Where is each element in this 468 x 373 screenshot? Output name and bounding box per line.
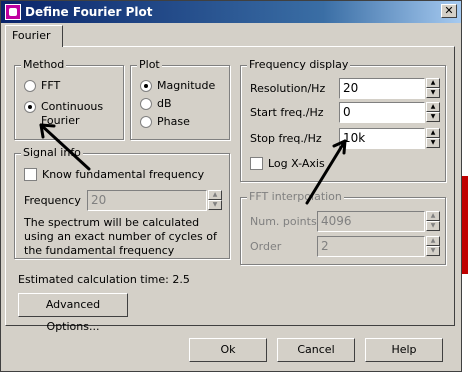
resolution-label: Resolution/Hz [250,82,326,95]
magnitude-label: Magnitude [157,79,216,92]
signal-info-legend: Signal info [21,146,83,160]
spin-up-icon[interactable]: ▲ [426,211,440,221]
plot-legend: Plot [137,58,162,72]
phase-label: Phase [157,115,190,128]
db-radio[interactable] [140,98,152,110]
advanced-options-button[interactable]: Advanced Options... [18,293,128,333]
spin-down-icon[interactable]: ▼ [426,88,440,98]
fft-interpolation-legend: FFT interpolation [247,190,344,204]
continuous-fourier-label: Continuous Fourier [41,100,104,127]
order-spinner[interactable]: ▲ ▼ [426,236,440,257]
continuous-fourier-radio[interactable] [24,101,36,113]
frequency-display-group: Frequency display Resolution/Hz 20 ▲ ▼ S… [240,58,446,182]
define-fourier-plot-dialog: Define Fourier Plot ✕ Fourier Method FFT… [0,0,462,372]
order-label: Order [250,240,282,253]
plot-group: Plot Magnitude dB Phase [130,58,230,140]
num-points-label: Num. points [250,215,317,228]
order-input[interactable]: 2 [317,236,425,257]
resolution-spinner[interactable]: ▲ ▼ [426,78,440,99]
spin-down-icon[interactable]: ▼ [426,221,440,231]
fourier-tab-panel: Method FFT Continuous Fourier Plot Magnit… [5,46,455,333]
spin-up-icon[interactable]: ▲ [426,78,440,88]
db-label: dB [157,97,172,110]
num-points-spinner[interactable]: ▲ ▼ [426,211,440,232]
plot-magnitude-option[interactable]: Magnitude [140,79,215,93]
spin-up-icon[interactable]: ▲ [426,128,440,138]
method-continuous-fourier-option[interactable]: Continuous Fourier [24,100,103,128]
stop-freq-spinner[interactable]: ▲ ▼ [426,128,440,149]
log-x-axis-checkbox[interactable] [250,157,263,170]
stop-freq-input[interactable]: 10k [339,128,425,149]
plot-phase-option[interactable]: Phase [140,115,190,129]
fft-radio[interactable] [24,80,36,92]
log-x-axis-option[interactable]: Log X-Axis [250,157,325,171]
resolution-input[interactable]: 20 [339,78,425,99]
phase-radio[interactable] [140,116,152,128]
start-freq-spinner[interactable]: ▲ ▼ [426,102,440,123]
spin-down-icon[interactable]: ▼ [426,246,440,256]
method-legend: Method [21,58,67,72]
fft-interpolation-group: FFT interpolation Num. points 4096 ▲ ▼ O… [240,190,446,265]
frequency-label: Frequency [24,194,81,207]
spin-up-icon[interactable]: ▲ [426,236,440,246]
background-window-edge [462,176,468,274]
ok-button[interactable]: Ok [189,338,267,362]
method-group: Method FFT Continuous Fourier [14,58,124,140]
spin-down-icon[interactable]: ▼ [426,112,440,122]
window-title: Define Fourier Plot [25,5,153,19]
stop-freq-label: Stop freq./Hz [250,132,322,145]
plot-db-option[interactable]: dB [140,97,172,111]
spin-up-icon[interactable]: ▲ [426,102,440,112]
tab-fourier[interactable]: Fourier [5,25,63,47]
title-bar[interactable]: Define Fourier Plot ✕ [1,1,461,23]
close-button[interactable]: ✕ [441,4,457,18]
know-fundamental-checkbox[interactable] [24,168,37,181]
start-freq-label: Start freq./Hz [250,106,324,119]
help-button[interactable]: Help [365,338,443,362]
num-points-input[interactable]: 4096 [317,211,425,232]
spin-down-icon[interactable]: ▼ [208,200,222,210]
spin-up-icon[interactable]: ▲ [208,190,222,200]
app-icon [5,4,21,20]
know-fundamental-label: Know fundamental frequency [42,168,205,181]
spin-down-icon[interactable]: ▼ [426,138,440,148]
spectrum-note: The spectrum will be calculated using an… [24,216,217,257]
start-freq-input[interactable]: 0 [339,102,425,123]
log-x-axis-label: Log X-Axis [268,157,325,170]
method-fft-option[interactable]: FFT [24,79,60,93]
signal-info-group: Signal info Know fundamental frequency F… [14,146,230,259]
magnitude-radio[interactable] [140,80,152,92]
frequency-input[interactable]: 20 [87,190,207,211]
estimated-time-text: Estimated calculation time: 2.5 [18,273,190,286]
cancel-button[interactable]: Cancel [277,338,355,362]
frequency-spinner[interactable]: ▲ ▼ [208,190,222,211]
frequency-display-legend: Frequency display [247,58,351,72]
fft-label: FFT [41,79,61,92]
know-fundamental-option[interactable]: Know fundamental frequency [24,168,204,182]
